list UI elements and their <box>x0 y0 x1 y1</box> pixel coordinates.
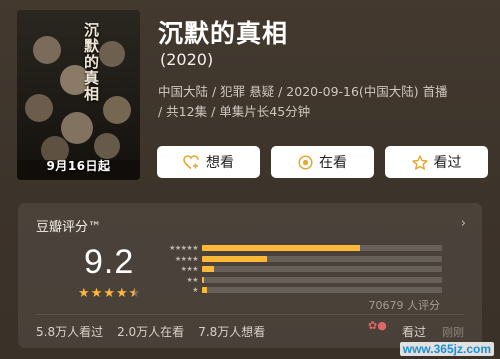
stat-watched: 5.8万人看过 <box>36 325 104 339</box>
rating-card[interactable]: 豆瓣评分™ › 9.2 ★ ★ ★ ★ ★ ★★★★★ ★★★★ ★★★ ★★ ★ 70679 … <box>18 203 482 348</box>
star-icon: ★ <box>78 286 90 301</box>
meta-line-1: 中国大陆 / 犯罪 悬疑 / 2020-09-16(中国大陆) 首播 <box>158 84 448 99</box>
rating-distribution: ★★★★★ ★★★★ ★★★ ★★ ★ <box>158 243 442 296</box>
meta-line-2: / 共12集 / 单集片长45分钟 <box>158 104 311 119</box>
overlay-watched-label: 看过 <box>402 325 427 339</box>
distribution-bar <box>202 266 214 273</box>
movie-page: 沉默的真相 9月16日起 沉默的真相 (2020) 中国大陆 / 犯罪 悬疑 /… <box>0 0 500 359</box>
distribution-row: ★★ <box>158 275 442 286</box>
watched-label: 看过 <box>433 155 462 171</box>
distribution-track <box>202 245 442 252</box>
site-watermark: www.365jz.com <box>399 342 494 356</box>
rating-score: 9.2 <box>84 243 135 281</box>
chevron-right-icon[interactable]: › <box>461 216 466 231</box>
distribution-row: ★★★ <box>158 264 442 275</box>
movie-meta: 中国大陆 / 犯罪 悬疑 / 2020-09-16(中国大陆) 首播 / 共12… <box>158 82 488 122</box>
rating-title: 豆瓣评分™ <box>36 220 102 235</box>
distribution-bar <box>202 287 207 294</box>
poster-image <box>17 10 140 180</box>
target-icon <box>298 154 313 170</box>
distribution-stars: ★★★★ <box>174 254 199 263</box>
distribution-bar <box>202 245 361 252</box>
overlay-time-label: 刚刚 <box>442 326 464 339</box>
watching-label: 在看 <box>319 155 347 171</box>
star-icon: ★ <box>103 286 115 301</box>
distribution-track <box>202 287 442 294</box>
page-title: 沉默的真相 <box>158 19 289 48</box>
star-icon: ★ <box>128 286 141 301</box>
star-icon: ★ <box>90 286 103 301</box>
distribution-row: ★★★★ <box>158 254 442 265</box>
want-to-watch-button[interactable]: 想看 <box>157 146 260 178</box>
distribution-bar <box>202 255 267 262</box>
distribution-row: ★ <box>158 285 442 296</box>
star-icon: ★ <box>115 286 128 301</box>
movie-poster[interactable]: 沉默的真相 9月16日起 <box>17 10 140 180</box>
star-outline-icon <box>411 154 428 170</box>
distribution-stars: ★★★ <box>180 265 199 274</box>
poster-title: 沉默的真相 <box>82 22 100 102</box>
distribution-row: ★★★★★ <box>158 243 442 254</box>
heart-plus-icon <box>183 154 199 169</box>
rating-stars: ★ ★ ★ ★ ★ <box>78 287 140 300</box>
want-to-watch-label: 想看 <box>206 155 234 171</box>
stat-want: 7.8万人想看 <box>198 325 266 339</box>
distribution-stars: ★ <box>192 286 198 295</box>
poster-date-label: 9月16日起 <box>46 159 111 173</box>
distribution-track <box>202 255 442 262</box>
watched-button[interactable]: 看过 <box>385 146 488 178</box>
release-year: (2020) <box>160 50 214 69</box>
audience-stats: 5.8万人看过 2.0万人在看 7.8万人想看 <box>36 323 265 340</box>
divider <box>36 314 464 315</box>
watching-button[interactable]: 在看 <box>271 146 374 178</box>
action-buttons: 想看 在看 看过 <box>157 146 488 178</box>
flower-icon: ✿● <box>368 319 387 332</box>
distribution-stars: ★★ <box>186 275 198 284</box>
distribution-track <box>202 276 442 283</box>
distribution-stars: ★★★★★ <box>169 244 198 253</box>
distribution-bar <box>202 276 205 283</box>
rating-votes: 70679 人评分 <box>368 299 441 312</box>
stat-watching: 2.0万人在看 <box>117 325 185 339</box>
distribution-track <box>202 266 442 273</box>
